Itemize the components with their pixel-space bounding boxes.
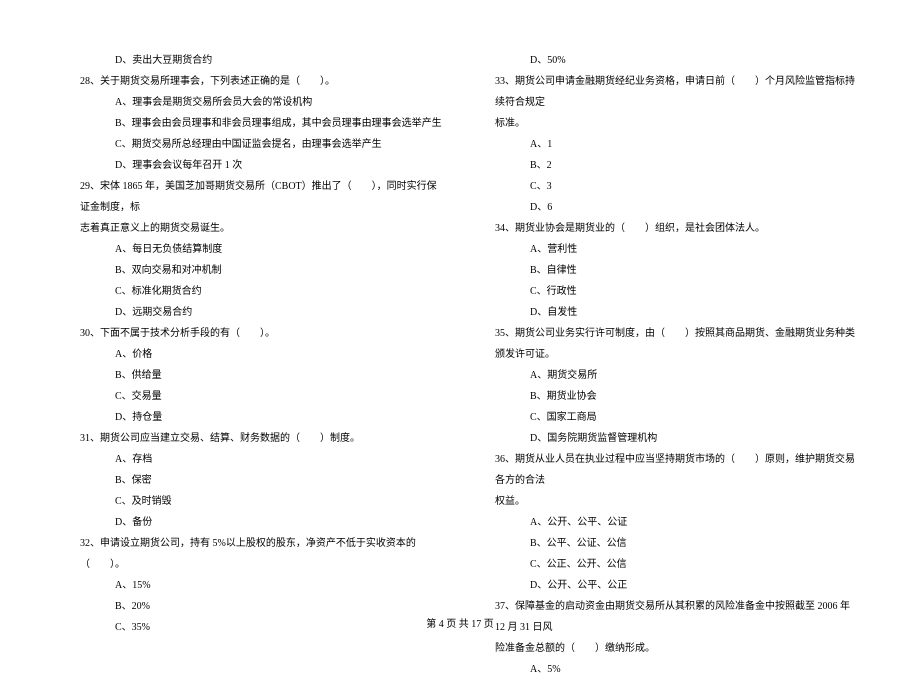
question-34: 34、期货业协会是期货业的（ ）组织，是社会团体法人。 — [475, 218, 860, 239]
q31-option-c: C、及时销毁 — [60, 491, 445, 512]
q33-option-b: B、2 — [475, 155, 860, 176]
q37-option-a: A、5% — [475, 659, 860, 680]
q29-option-d: D、远期交易合约 — [60, 302, 445, 323]
question-28: 28、关于期货交易所理事会，下列表述正确的是（ ）。 — [60, 71, 445, 92]
q34-option-a: A、营利性 — [475, 239, 860, 260]
q34-option-d: D、自发性 — [475, 302, 860, 323]
q30-option-a: A、价格 — [60, 344, 445, 365]
q31-option-a: A、存档 — [60, 449, 445, 470]
question-36: 36、期货从业人员在执业过程中应当坚持期货市场的（ ）原则，维护期货交易各方的合… — [475, 449, 860, 491]
q34-option-c: C、行政性 — [475, 281, 860, 302]
q29-option-b: B、双向交易和对冲机制 — [60, 260, 445, 281]
question-29-cont: 志着真正意义上的期货交易诞生。 — [60, 218, 445, 239]
q29-option-c: C、标准化期货合约 — [60, 281, 445, 302]
left-column: D、卖出大豆期货合约 28、关于期货交易所理事会，下列表述正确的是（ ）。 A、… — [60, 50, 445, 610]
q29-option-a: A、每日无负债结算制度 — [60, 239, 445, 260]
q35-option-d: D、国务院期货监督管理机构 — [475, 428, 860, 449]
question-33: 33、期货公司申请金融期货经纪业务资格，申请日前（ ）个月风险监管指标持续符合规… — [475, 71, 860, 113]
q32-option-d: D、50% — [475, 50, 860, 71]
question-35: 35、期货公司业务实行许可制度，由（ ）按照其商品期货、金融期货业务种类颁发许可… — [475, 323, 860, 365]
question-30: 30、下面不属于技术分析手段的有（ ）。 — [60, 323, 445, 344]
q35-option-a: A、期货交易所 — [475, 365, 860, 386]
q31-option-d: D、备份 — [60, 512, 445, 533]
page-content: D、卖出大豆期货合约 28、关于期货交易所理事会，下列表述正确的是（ ）。 A、… — [60, 50, 860, 610]
q28-option-c: C、期货交易所总经理由中国证监会提名，由理事会选举产生 — [60, 134, 445, 155]
q36-option-d: D、公开、公平、公正 — [475, 575, 860, 596]
q27-option-d: D、卖出大豆期货合约 — [60, 50, 445, 71]
q32-option-b: B、20% — [60, 596, 445, 617]
question-37-cont: 险准备金总额的（ ）缴纳形成。 — [475, 638, 860, 659]
q33-option-c: C、3 — [475, 176, 860, 197]
q32-option-a: A、15% — [60, 575, 445, 596]
q34-option-b: B、自律性 — [475, 260, 860, 281]
q28-option-d: D、理事会会议每年召开 1 次 — [60, 155, 445, 176]
question-29: 29、宋体 1865 年，美国芝加哥期货交易所（CBOT）推出了（ ），同时实行… — [60, 176, 445, 218]
question-36-cont: 权益。 — [475, 491, 860, 512]
q33-option-d: D、6 — [475, 197, 860, 218]
q28-option-b: B、理事会由会员理事和非会员理事组成，其中会员理事由理事会选举产生 — [60, 113, 445, 134]
right-column: D、50% 33、期货公司申请金融期货经纪业务资格，申请日前（ ）个月风险监管指… — [475, 50, 860, 610]
question-32: 32、申请设立期货公司，持有 5%以上股权的股东，净资产不低于实收资本的（ ）。 — [60, 533, 445, 575]
q31-option-b: B、保密 — [60, 470, 445, 491]
q33-option-a: A、1 — [475, 134, 860, 155]
question-31: 31、期货公司应当建立交易、结算、财务数据的（ ）制度。 — [60, 428, 445, 449]
page-footer: 第 4 页 共 17 页 — [0, 615, 920, 630]
q35-option-c: C、国家工商局 — [475, 407, 860, 428]
q36-option-c: C、公正、公开、公信 — [475, 554, 860, 575]
q36-option-a: A、公开、公平、公证 — [475, 512, 860, 533]
question-33-cont: 标准。 — [475, 113, 860, 134]
q28-option-a: A、理事会是期货交易所会员大会的常设机构 — [60, 92, 445, 113]
q30-option-c: C、交易量 — [60, 386, 445, 407]
q30-option-d: D、持仓量 — [60, 407, 445, 428]
q30-option-b: B、供给量 — [60, 365, 445, 386]
q35-option-b: B、期货业协会 — [475, 386, 860, 407]
q36-option-b: B、公平、公证、公信 — [475, 533, 860, 554]
